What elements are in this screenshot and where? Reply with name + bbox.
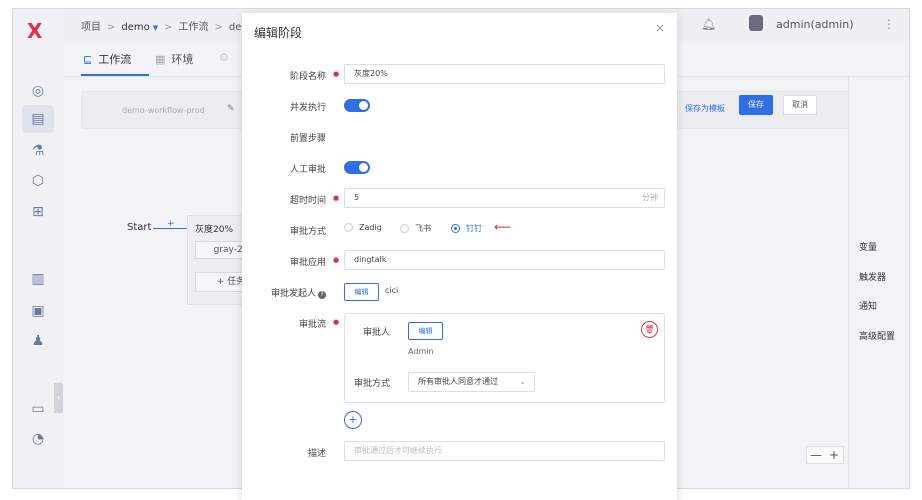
tab-environment[interactable]: ▦ 环境	[155, 51, 193, 67]
close-icon[interactable]: ×	[655, 21, 665, 35]
start-node: Start	[127, 222, 152, 233]
dashboard-icon[interactable]: ◎	[28, 81, 48, 101]
initiator-edit-button[interactable]: 编辑	[344, 283, 379, 301]
parallel-toggle[interactable]	[344, 99, 370, 112]
left-nav: X ◎ ▤ ⚗ ⬡ ⊞ ▥ ▣ ♟ › ▭ ◔	[13, 9, 63, 488]
required-marker: ●	[333, 256, 340, 264]
workflow-tab-icon: ⊑	[83, 53, 93, 66]
timeout-unit: 分钟	[642, 193, 658, 202]
user-name[interactable]: admin(admin)	[776, 18, 854, 31]
initiator-label: 审批发起人?	[271, 286, 326, 299]
initiator-value: cici	[385, 286, 399, 295]
save-button[interactable]: 保存	[739, 95, 773, 115]
edit-icon[interactable]: ✎	[227, 104, 235, 114]
description-input[interactable]: 审批通过后才可继续执行	[344, 441, 665, 461]
timeout-value: 5	[354, 193, 360, 202]
manual-approval-label: 人工审批	[289, 165, 326, 175]
tree-icon[interactable]: ⊞	[28, 202, 48, 222]
approver-value: Admin	[408, 347, 434, 356]
notifications-link[interactable]: 通知	[859, 299, 877, 312]
version-icon[interactable]: ▣	[28, 301, 48, 321]
trash-icon[interactable]: 🗑︎	[641, 321, 658, 338]
add-stage-icon[interactable]: +	[167, 219, 175, 229]
annotation-arrow-left-icon: ⟵	[494, 220, 512, 234]
active-tab-indicator	[81, 74, 149, 76]
approval-type-label: 审批方式	[289, 227, 326, 237]
zoom-control: — +	[806, 446, 844, 464]
tab-workflow[interactable]: ⊑ 工作流	[83, 51, 131, 67]
flow-mode-label: 审批方式	[354, 379, 391, 389]
approval-flow-label: 审批流	[298, 320, 326, 330]
required-marker: ●	[333, 194, 340, 202]
pre-steps-label: 前置步骤	[289, 134, 326, 144]
more-icon[interactable]: ⋮	[883, 17, 895, 31]
breadcrumb-workflow[interactable]: 工作流	[179, 22, 209, 33]
required-marker: ●	[333, 318, 340, 326]
radio-circle	[344, 223, 353, 232]
chevron-down-icon[interactable]: ▼	[153, 24, 158, 32]
zadig-logo: X	[27, 19, 43, 43]
breadcrumb-project[interactable]: demo	[121, 22, 149, 33]
stage-name-label: 阶段名称	[289, 72, 326, 82]
workflow-name[interactable]: demo-workflow-prod	[122, 106, 205, 115]
add-approver-icon[interactable]: +	[344, 411, 362, 429]
parallel-label: 并发执行	[289, 103, 326, 113]
timeout-label: 超时时间	[289, 196, 326, 206]
chevron-down-icon: ⌄	[519, 377, 526, 386]
clipboard-icon[interactable]: ▥	[28, 269, 48, 289]
help-icon[interactable]: ?	[318, 291, 326, 299]
radio-dingtalk[interactable]: 钉钉	[451, 223, 482, 234]
test-icon[interactable]: ⚗	[28, 141, 48, 161]
zoom-in-button[interactable]: +	[825, 447, 843, 463]
timeout-input[interactable]: 5 分钟	[344, 188, 665, 208]
chart-pie-icon[interactable]: ◔	[28, 429, 48, 449]
breadcrumb-projects[interactable]: 项目	[81, 22, 101, 33]
advanced-config-link[interactable]: 高级配置	[859, 329, 895, 342]
zoom-out-button[interactable]: —	[807, 447, 825, 463]
monitor-icon[interactable]: ▭	[28, 399, 48, 419]
stage-name-input[interactable]: 灰度20%	[344, 64, 665, 84]
collapse-nav-handle[interactable]: ›	[54, 383, 63, 413]
right-panel: 变量 触发器 通知 高级配置	[848, 77, 909, 488]
approval-app-label: 审批应用	[289, 258, 326, 268]
manual-approval-toggle[interactable]	[344, 161, 370, 174]
required-marker: ●	[333, 70, 340, 78]
dialog-title: 编辑阶段	[254, 26, 303, 40]
flow-mode-select[interactable]: 所有审批人同意才通过 ⌄	[408, 372, 535, 392]
edit-stage-dialog: 编辑阶段 × 阶段名称 ● 灰度20% 并发执行 前置步骤 人工审批 超时时间 …	[242, 13, 677, 500]
description-label: 描述	[307, 449, 326, 459]
approval-app-input[interactable]: dingtalk	[344, 250, 665, 270]
calendar-icon: ▦	[155, 53, 166, 66]
approver-label: 审批人	[363, 328, 391, 338]
bell-icon[interactable]: 🔔︎	[701, 17, 716, 31]
flow-mode-value: 所有审批人同意才通过	[418, 377, 498, 386]
settings-tab-icon[interactable]: ⚙	[219, 51, 229, 64]
users-icon[interactable]: ♟	[28, 331, 48, 351]
variables-link[interactable]: 变量	[859, 240, 877, 253]
avatar[interactable]	[749, 15, 763, 31]
stage-title: 灰度20%	[195, 225, 234, 235]
radio-circle	[451, 224, 460, 233]
approver-edit-button[interactable]: 编辑	[408, 322, 443, 340]
build-icon[interactable]: ⬡	[28, 171, 48, 191]
approval-flow-box: 审批人 编辑 Admin 🗑︎ 审批方式 所有审批人同意才通过 ⌄	[344, 313, 665, 403]
workflow-nav-icon[interactable]: ▤	[22, 105, 54, 133]
radio-circle	[400, 224, 409, 233]
save-as-template-button[interactable]: 保存为模板	[685, 103, 725, 114]
radio-feishu[interactable]: 飞书	[400, 223, 431, 234]
radio-zadig[interactable]: Zadig	[344, 223, 382, 232]
triggers-link[interactable]: 触发器	[859, 270, 886, 283]
cancel-button[interactable]: 取消	[783, 95, 817, 115]
